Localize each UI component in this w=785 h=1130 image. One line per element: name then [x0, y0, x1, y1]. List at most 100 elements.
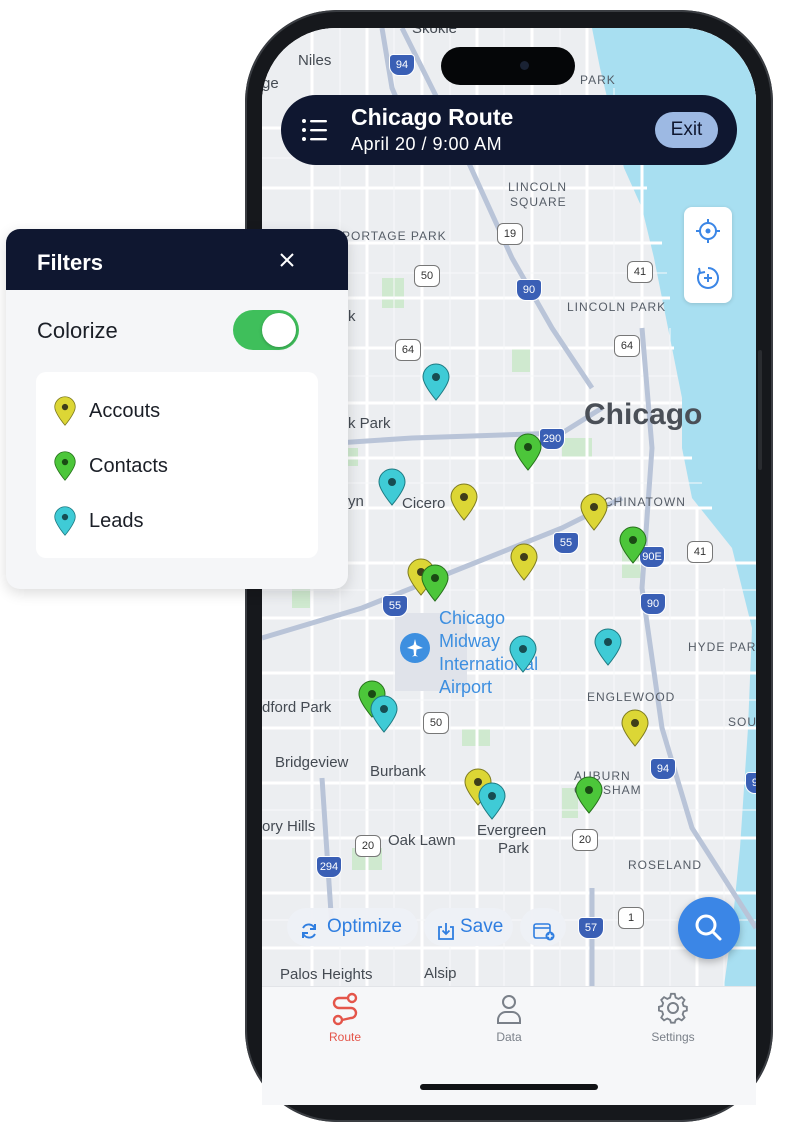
legend-label-accounts: Accouts	[89, 400, 161, 422]
locate-me-icon[interactable]	[695, 218, 721, 244]
cyan-pin-icon	[54, 506, 76, 536]
map-label-burbank: Burbank	[370, 763, 426, 780]
map-pin-leads[interactable]	[421, 363, 451, 401]
filters-header: Filters	[6, 229, 348, 290]
map-label-bridgeview: Bridgeview	[275, 754, 349, 771]
route-shield: 50	[414, 265, 440, 287]
phone-side-button	[758, 350, 762, 470]
route-title: Chicago Route	[351, 104, 514, 130]
tab-settings[interactable]: Settings	[623, 992, 723, 1044]
route-shield: 94	[389, 54, 415, 76]
map-label-sou: SOU	[728, 715, 756, 729]
tab-settings-label: Settings	[651, 1030, 695, 1044]
map-pin-contacts[interactable]	[574, 776, 604, 814]
map-label-cicero: Cicero	[402, 495, 446, 512]
tab-route-label: Route	[328, 1030, 362, 1044]
airport-label-line-1: Chicago	[439, 608, 506, 628]
route-shield: 41	[627, 261, 653, 283]
map-label-park-top: PARK	[580, 73, 616, 87]
route-shield: 57	[578, 917, 604, 939]
map-label-hyde-park: HYDE PAR	[688, 640, 756, 654]
route-shield: 55	[553, 532, 579, 554]
legend-label-contacts: Contacts	[89, 455, 168, 477]
tab-route[interactable]: Route	[295, 992, 395, 1044]
map-label-yn: yn	[348, 493, 364, 510]
toggle-knob	[262, 313, 296, 347]
route-shield: 64	[395, 339, 421, 361]
yellow-pin-icon	[54, 396, 76, 426]
search-icon	[695, 914, 722, 941]
close-icon[interactable]	[276, 249, 298, 271]
map-label-niles: Niles	[298, 52, 332, 69]
list-menu-icon[interactable]	[301, 117, 329, 143]
schedule-button[interactable]	[520, 908, 566, 946]
calendar-add-icon	[533, 917, 555, 941]
map-label-oak-park: k Park	[348, 415, 391, 432]
map-label-oak-lawn: Oak Lawn	[388, 832, 456, 849]
tab-data-label: Data	[496, 1030, 522, 1044]
optimize-button[interactable]: Optimize	[287, 908, 418, 946]
map-pin-leads[interactable]	[593, 628, 623, 666]
map-label-chinatown: CHINATOWN	[604, 495, 686, 509]
filters-panel: Filters Colorize Accouts Contacts Leads	[6, 229, 348, 589]
map-label-palos-heights: Palos Heights	[280, 966, 373, 983]
filters-title: Filters	[37, 250, 104, 275]
route-header: Chicago Route April 20 / 9:00 AM Exit	[281, 95, 737, 165]
route-icon	[332, 992, 358, 1026]
map-pin-contacts[interactable]	[420, 564, 450, 602]
colorize-label: Colorize	[37, 318, 118, 343]
map-label-evergreen: Evergreen	[477, 822, 547, 839]
map-pin-leads[interactable]	[369, 695, 399, 733]
legend-list: Accouts Contacts Leads	[36, 372, 318, 558]
airport-label-line-4: Airport	[439, 677, 493, 697]
save-button[interactable]: Save	[424, 908, 513, 946]
exit-button[interactable]: Exit	[655, 112, 718, 148]
airplane-icon	[400, 633, 430, 663]
route-shield: 50	[423, 712, 449, 734]
map-pin-leads[interactable]	[508, 635, 538, 673]
refresh-icon	[299, 917, 319, 939]
green-pin-icon	[54, 451, 76, 481]
map-pin-accounts[interactable]	[579, 493, 609, 531]
map-tools-panel	[684, 207, 732, 303]
search-button[interactable]	[678, 897, 740, 959]
legend-label-leads: Leads	[89, 510, 144, 532]
route-date: April 20 / 9:00 AM	[351, 134, 503, 154]
person-icon	[497, 995, 521, 1024]
map-pin-accounts[interactable]	[620, 709, 650, 747]
colorize-toggle[interactable]	[233, 310, 299, 350]
route-shield: 41	[687, 541, 713, 563]
camera	[520, 61, 529, 70]
map-label-k: k	[348, 308, 356, 325]
route-shield: 19	[497, 223, 523, 245]
map-label-evergreen-park: Park	[498, 840, 529, 857]
route-shield: 1	[618, 907, 644, 929]
map-pin-leads[interactable]	[377, 468, 407, 506]
dynamic-island	[441, 47, 575, 85]
map-label-lincoln-square-2: SQUARE	[510, 195, 567, 209]
route-shield: 55	[382, 595, 408, 617]
map-label-chicago: Chicago	[584, 398, 703, 431]
map-label-lincoln-square-1: LINCOLN	[508, 180, 568, 194]
tab-data[interactable]: Data	[459, 992, 559, 1044]
map-pin-contacts[interactable]	[618, 526, 648, 564]
route-shield: 90	[640, 593, 666, 615]
route-shield: 94	[745, 772, 756, 794]
save-label: Save	[460, 916, 504, 937]
route-shield: 20	[355, 835, 381, 857]
add-stop-icon[interactable]	[695, 265, 721, 291]
map-pin-accounts[interactable]	[509, 543, 539, 581]
route-shield: 20	[572, 829, 598, 851]
map-label-alsip: Alsip	[424, 965, 457, 982]
map-pin-accounts[interactable]	[449, 483, 479, 521]
map-label-lincoln-park: LINCOLN PARK	[567, 300, 667, 314]
map-label-roseland: ROSELAND	[628, 858, 703, 872]
save-icon	[436, 917, 456, 940]
home-indicator	[420, 1084, 598, 1090]
map-pin-leads[interactable]	[477, 782, 507, 820]
map-label-ge: ge	[262, 75, 279, 92]
map-label-portage-park: PORTAGE PARK	[342, 229, 447, 243]
map-pin-contacts[interactable]	[513, 433, 543, 471]
map-label-skokie: Skokie	[412, 28, 458, 37]
map-label-ford-park: dford Park	[262, 699, 332, 716]
